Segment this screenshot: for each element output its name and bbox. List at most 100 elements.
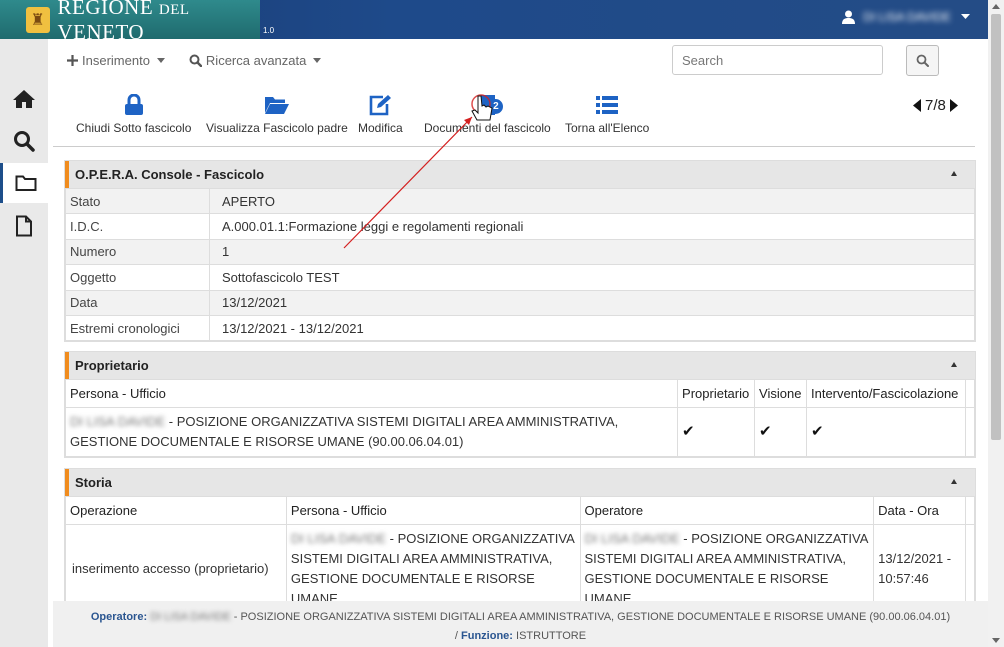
collapse-icon[interactable] [951, 362, 957, 367]
spacer-cell [964, 407, 976, 457]
proprietario-panel-header[interactable]: Proprietario [65, 352, 975, 379]
field-label: Oggetto [65, 264, 210, 291]
storia-panel-title: Storia [75, 475, 112, 490]
funzione-value: ISTRUTTORE [516, 630, 587, 642]
column-header: Persona - Ufficio [285, 496, 581, 525]
persona-name: DI LISA DAVIDE [70, 414, 166, 429]
separator: / [454, 630, 458, 642]
check-icon: ✔ [682, 423, 695, 440]
list-icon [596, 96, 619, 114]
search-icon [14, 131, 35, 152]
back-to-list-label: Torna all'Elenco [565, 121, 650, 135]
menu-ricerca-avanzata-label: Ricerca avanzata [205, 53, 307, 68]
column-header: Persona - Ufficio [64, 379, 679, 408]
folder-documents-button[interactable]: 2 Documenti del fascicolo [424, 93, 551, 135]
chevron-down-icon [961, 14, 970, 20]
next-icon[interactable] [949, 99, 958, 112]
folder-open-icon [264, 97, 289, 114]
collapse-icon[interactable] [951, 171, 957, 176]
sidebar-item-search[interactable] [0, 121, 48, 161]
operazione-cell: inserimento accesso (proprietario) [65, 524, 287, 601]
menu-inserimento[interactable]: Inserimento [67, 53, 165, 68]
search-input[interactable] [672, 45, 883, 75]
caret-down-icon [313, 58, 322, 63]
operatore-label: Operatore: [90, 611, 148, 623]
user-name: DI LISA DAVIDE [863, 10, 951, 24]
close-subfolder-label: Chiudi Sotto fascicolo [76, 121, 192, 135]
search-icon [189, 54, 202, 67]
main-content: Inserimento Ricerca avanzata Chiudi Sott… [53, 39, 988, 601]
operatore-cell: DI LISA DAVIDE - POSIZIONE ORGANIZZATIVA… [579, 524, 875, 601]
storia-panel: Storia Operazione Persona - Ufficio Oper… [64, 468, 976, 601]
data-ora-cell: 13/12/2021 - 10:57:46 [873, 524, 966, 601]
logo-word-2: DEL [158, 1, 190, 18]
field-value: 13/12/2021 - 13/12/2021 [209, 314, 975, 342]
storia-panel-header[interactable]: Storia [65, 469, 975, 496]
field-value: Sottofascicolo TEST [209, 264, 975, 291]
pager-position: 7/8 [925, 97, 946, 114]
sidebar-item-documents[interactable] [0, 206, 48, 246]
logo[interactable]: ♜ REGIONE DEL VENETO [0, 0, 260, 44]
check-icon: ✔ [759, 423, 772, 440]
fascicolo-panel-header[interactable]: O.P.E.R.A. Console - Fascicolo [65, 161, 975, 188]
proprietario-table: Persona - Ufficio Proprietario Visione I… [64, 379, 976, 457]
logo-text: REGIONE DEL VENETO [58, 0, 261, 45]
vertical-scrollbar[interactable] [988, 0, 1004, 647]
documents-count-badge: 2 [488, 99, 504, 114]
lock-icon [124, 94, 143, 115]
table-header-row: Operazione Persona - Ufficio Operatore D… [65, 496, 976, 525]
search-icon [916, 54, 929, 67]
column-header-spacer [964, 379, 976, 408]
close-subfolder-button[interactable]: Chiudi Sotto fascicolo [76, 93, 191, 135]
field-label: Stato [65, 187, 210, 215]
app-version: 1.0 [263, 26, 275, 35]
view-parent-folder-button[interactable]: Visualizza Fascicolo padre [206, 93, 348, 135]
persona-ufficio-cell: DI LISA DAVIDE - POSIZIONE ORGANIZZATIVA… [285, 524, 581, 601]
table-row: Stato APERTO [65, 187, 975, 215]
proprietario-panel-title: Proprietario [75, 358, 149, 373]
action-toolbar: Chiudi Sotto fascicolo Visualizza Fascic… [53, 93, 975, 147]
sidebar-item-home[interactable] [0, 79, 48, 119]
folder-documents-label: Documenti del fascicolo [424, 121, 551, 135]
lion-emblem-icon: ♜ [26, 6, 50, 33]
persona-ufficio-cell: DI LISA DAVIDE - POSIZIONE ORGANIZZATIVA… [64, 407, 679, 457]
column-header: Operazione [65, 496, 287, 525]
document-icon [16, 215, 32, 237]
field-label: Data [65, 289, 210, 316]
status-footer: Operatore: DI LISA DAVIDE - POSIZIONE OR… [53, 601, 988, 647]
collapse-icon[interactable] [951, 479, 957, 484]
view-parent-folder-label: Visualizza Fascicolo padre [206, 121, 348, 135]
field-value: 1 [209, 238, 975, 266]
proprietario-check-cell: ✔ [677, 407, 756, 457]
top-menu: Inserimento Ricerca avanzata [67, 53, 322, 68]
proprietario-panel: Proprietario Persona - Ufficio Proprieta… [64, 351, 976, 458]
fascicolo-panel-title: O.P.E.R.A. Console - Fascicolo [75, 167, 265, 182]
back-to-list-button[interactable]: Torna all'Elenco [565, 93, 649, 135]
plus-icon [67, 55, 78, 66]
field-label: I.D.C. [65, 213, 210, 240]
search-button[interactable] [906, 45, 939, 76]
column-header: Intervento/Fascicolazione [806, 379, 966, 408]
record-pager: 7/8 [913, 97, 958, 114]
check-icon: ✔ [811, 423, 824, 440]
intervento-check-cell: ✔ [806, 407, 966, 457]
table-row: DI LISA DAVIDE - POSIZIONE ORGANIZZATIVA… [64, 407, 976, 457]
previous-icon[interactable] [913, 99, 921, 112]
user-menu[interactable]: DI LISA DAVIDE [842, 10, 970, 24]
persona-name: DI LISA DAVIDE [290, 531, 387, 546]
menu-inserimento-label: Inserimento [82, 53, 150, 68]
sidebar-item-folders[interactable] [0, 163, 48, 203]
menu-ricerca-avanzata[interactable]: Ricerca avanzata [189, 53, 322, 68]
funzione-label: Funzione: [461, 630, 513, 642]
table-row: Numero 1 [65, 238, 975, 266]
table-row: I.D.C. A.000.01.1:Formazione leggi e rego… [65, 213, 975, 240]
scrollbar-thumb[interactable] [991, 14, 1001, 440]
column-header-spacer [964, 496, 976, 525]
logo-word-1: REGIONE [57, 0, 154, 19]
field-value: A.000.01.1:Formazione leggi e regolament… [209, 213, 975, 240]
edit-button[interactable]: Modifica [358, 93, 403, 135]
edit-icon [370, 95, 392, 116]
scroll-down-icon[interactable] [992, 638, 1000, 643]
scroll-up-icon[interactable] [992, 4, 1000, 9]
table-row: inserimento accesso (proprietario) DI LI… [65, 524, 976, 601]
